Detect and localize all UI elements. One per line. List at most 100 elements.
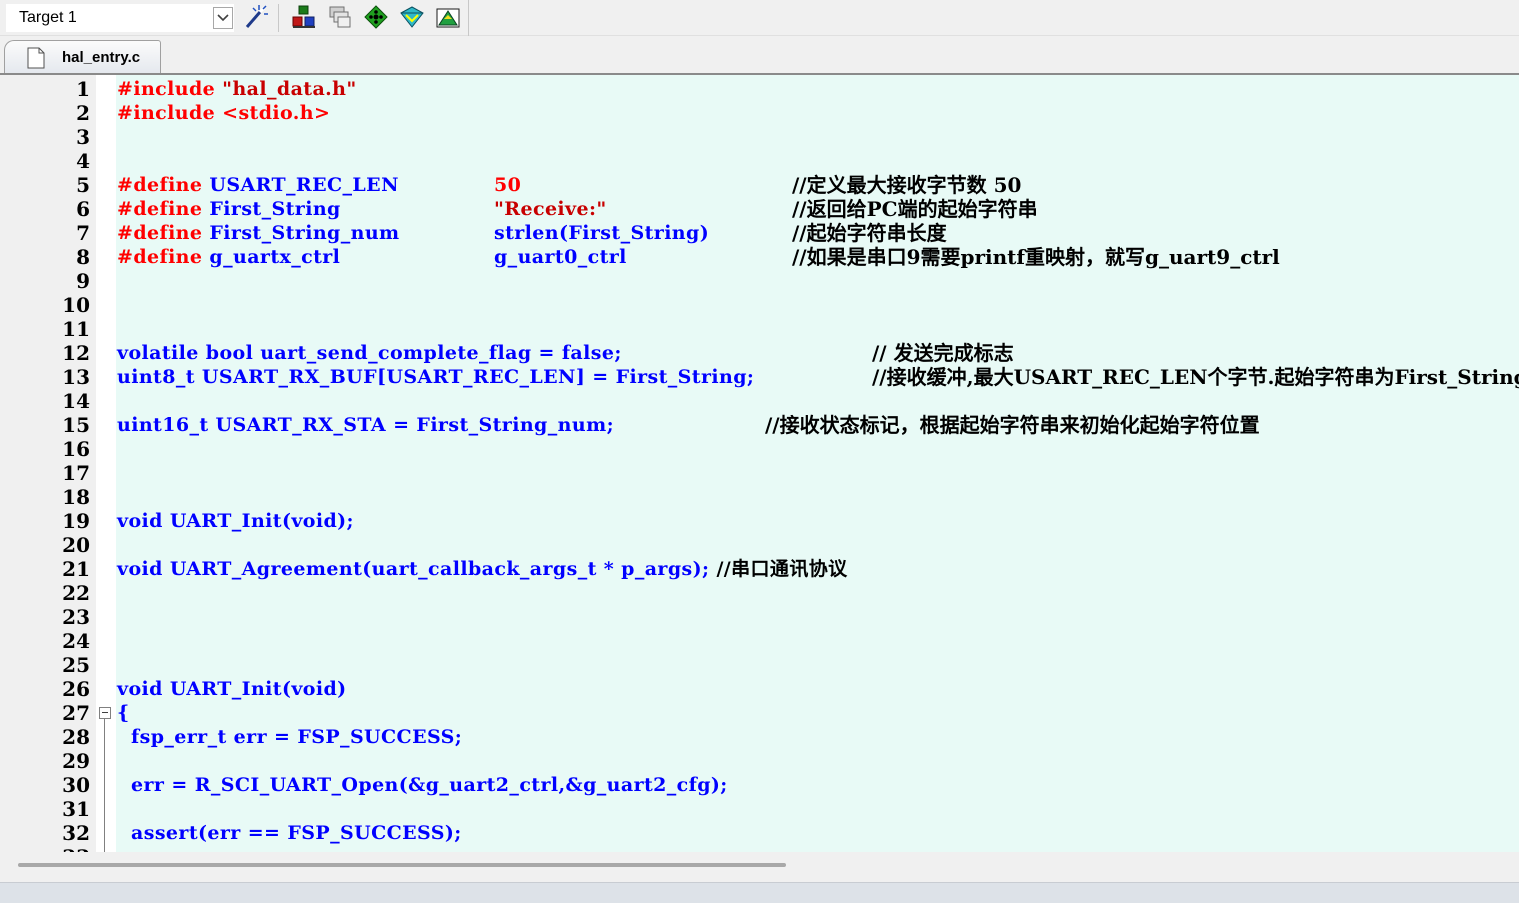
code-line[interactable]: 21 void UART_Agreement(uart_callback_args… [0, 557, 1519, 581]
multi-project-icon[interactable] [326, 3, 354, 31]
line-number: 9 [76, 269, 90, 293]
code-line[interactable]: 1 #include "hal_data.h" [0, 77, 1519, 101]
code-comment: //返回给PC端的起始字符串 [792, 197, 1038, 221]
code-token: "hal_data.h" [222, 78, 357, 100]
code-text: assert(err == FSP_SUCCESS); [117, 821, 462, 845]
code-text: #include "hal_data.h" [117, 77, 357, 101]
line-number: 33 [0, 845, 90, 852]
line-number: 27 [62, 701, 90, 725]
code-token: void UART_Init(void) [117, 678, 347, 700]
line-number: 29 [62, 749, 90, 773]
line-number: 14 [62, 389, 90, 413]
code-line[interactable]: 29 [0, 749, 1519, 773]
code-line[interactable]: 30 err = R_SCI_UART_Open(&g_uart2_ctrl,&… [0, 773, 1519, 797]
code-line[interactable]: 14 [0, 389, 1519, 413]
code-line[interactable]: 13 uint8_t USART_RX_BUF[USART_REC_LEN] = … [0, 365, 1519, 389]
code-line[interactable]: 2 #include <stdio.h> [0, 101, 1519, 125]
code-token: volatile bool uart_send_complete_flag = … [117, 342, 622, 364]
line-number: 28 [62, 725, 90, 749]
chevron-down-icon[interactable] [213, 7, 233, 29]
code-line[interactable]: 20 [0, 533, 1519, 557]
code-comment: //接收状态标记，根据起始字符串来初始化起始字符位置 [765, 413, 1260, 437]
code-token: g_uartx_ctrl [209, 246, 341, 268]
code-line[interactable]: 31 [0, 797, 1519, 821]
manage-components-icon[interactable] [290, 3, 318, 31]
line-number: 16 [62, 437, 90, 461]
code-lines: 1 #include "hal_data.h" 2 #include <stdio.h… [0, 77, 1519, 852]
code-text: uint16_t USART_RX_STA = First_String_num… [117, 413, 614, 437]
code-token: uint16_t USART_RX_STA = First_String_num… [117, 414, 614, 436]
code-token: #define [117, 174, 210, 196]
code-line[interactable]: 25 [0, 653, 1519, 677]
code-token: { [117, 702, 130, 724]
fold-guide-line [104, 821, 105, 845]
code-line[interactable]: 27 { [0, 701, 1519, 725]
line-number: 31 [62, 797, 90, 821]
code-line[interactable]: 15 uint16_t USART_RX_STA = First_String_n… [0, 413, 1519, 437]
code-line[interactable]: 19 void UART_Init(void); [0, 509, 1519, 533]
line-number: 20 [62, 533, 90, 557]
code-line[interactable]: 33 [0, 845, 1519, 852]
run-debug-icon[interactable] [362, 3, 390, 31]
code-text: #define g_uartx_ctrl [117, 245, 340, 269]
code-line[interactable]: 4 [0, 149, 1519, 173]
code-line[interactable]: 24 [0, 629, 1519, 653]
code-editor[interactable]: 1 #include "hal_data.h" 2 #include <stdio.h… [0, 75, 1519, 852]
code-line[interactable]: 3 [0, 125, 1519, 149]
code-line[interactable]: 6 #define First_String "Receive:" //返回给PC端的… [0, 197, 1519, 221]
fold-guide-line [104, 797, 105, 821]
code-token: #include [117, 78, 223, 100]
horizontal-scrollbar[interactable] [0, 852, 1519, 882]
scrollbar-thumb[interactable] [18, 863, 786, 867]
code-line[interactable]: 16 [0, 437, 1519, 461]
line-number: 26 [62, 677, 90, 701]
code-line[interactable]: 32 assert(err == FSP_SUCCESS); [0, 821, 1519, 845]
line-number: 21 [62, 557, 90, 581]
code-text: void UART_Init(void) [117, 677, 347, 701]
code-token: void UART_Agreement(uart_callback_args_t… [117, 558, 717, 580]
code-token: uint8_t USART_RX_BUF[USART_REC_LEN] = Fi… [117, 366, 755, 388]
line-number: 12 [62, 341, 90, 365]
line-number: 25 [62, 653, 90, 677]
code-line[interactable]: 18 [0, 485, 1519, 509]
code-line[interactable]: 23 [0, 605, 1519, 629]
tab-label: hal_entry.c [62, 49, 141, 66]
fold-toggle-icon[interactable] [99, 707, 111, 719]
code-token: #define [117, 246, 210, 268]
code-line[interactable]: 11 [0, 317, 1519, 341]
code-token: First_String_num [209, 222, 400, 244]
line-number: 7 [76, 221, 90, 245]
code-line[interactable]: 28 fsp_err_t err = FSP_SUCCESS; [0, 725, 1519, 749]
line-number: 2 [76, 101, 90, 125]
code-line[interactable]: 26 void UART_Init(void) [0, 677, 1519, 701]
line-number: 11 [62, 317, 90, 341]
code-line[interactable]: 9 [0, 269, 1519, 293]
toolbar-separator [278, 4, 279, 32]
code-line[interactable]: 17 [0, 461, 1519, 485]
line-number: 5 [76, 173, 90, 197]
code-comment: //接收缓冲,最大USART_REC_LEN个字节.起始字符串为First_St… [872, 365, 1519, 389]
target-select[interactable]: Target 1 [6, 4, 234, 32]
define-value: "Receive:" [494, 198, 607, 220]
code-line[interactable]: 22 [0, 581, 1519, 605]
fold-guide-line [104, 773, 105, 797]
code-token: #include <stdio.h> [117, 102, 331, 124]
code-text: #define First_String_num [117, 221, 400, 245]
code-line[interactable]: 8 #define g_uartx_ctrl g_uart0_ctrl //如果是串口… [0, 245, 1519, 269]
line-number: 1 [76, 77, 90, 101]
code-token: err = R_SCI_UART_Open(&g_uart2_ctrl,&g_u… [117, 774, 728, 796]
target-select-label: Target 1 [19, 9, 77, 26]
pack-installer-icon[interactable] [398, 3, 426, 31]
fold-guide-line [104, 749, 105, 773]
tab-hal-entry[interactable]: hal_entry.c [4, 40, 161, 74]
magic-wand-icon[interactable] [242, 3, 270, 31]
code-line[interactable]: 7 #define First_String_num strlen(First_St… [0, 221, 1519, 245]
toolbar-end-separator [468, 0, 469, 36]
code-line[interactable]: 10 [0, 293, 1519, 317]
bottom-panel-strip [0, 882, 1519, 903]
event-recorder-icon[interactable] [434, 3, 462, 31]
line-number: 22 [62, 581, 90, 605]
code-text: #include <stdio.h> [117, 101, 330, 125]
code-line[interactable]: 12 volatile bool uart_send_complete_flag … [0, 341, 1519, 365]
code-line[interactable]: 5 #define USART_REC_LEN 50 //定义最大接收字节数 50 [0, 173, 1519, 197]
